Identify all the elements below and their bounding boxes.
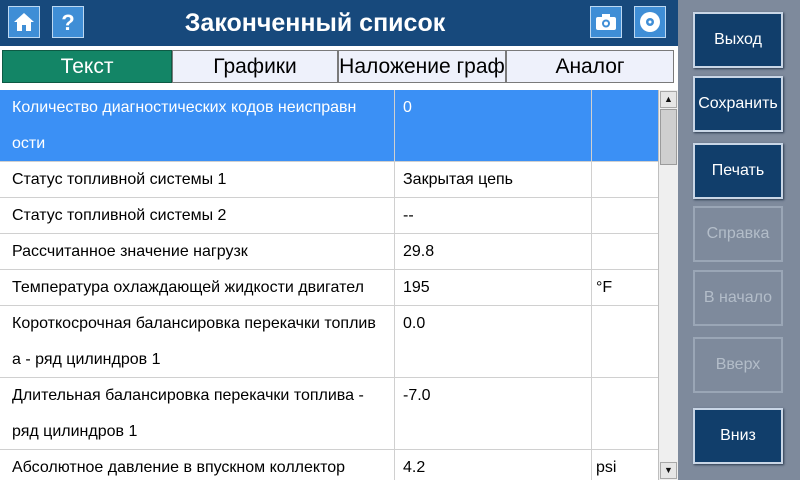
help-button-side[interactable]: Справка — [693, 206, 783, 262]
data-table: Количество диагностических кодов неиспра… — [0, 90, 658, 480]
table-row[interactable]: Длительная балансировка перекачки топлив… — [0, 378, 658, 450]
table-row[interactable]: Температура охлаждающей жидкости двигате… — [0, 270, 658, 306]
home-icon — [14, 13, 34, 31]
table-row[interactable]: Абсолютное давление в впускном коллектор… — [0, 450, 658, 480]
to-start-button[interactable]: В начало — [693, 270, 783, 326]
print-button[interactable]: Печать — [693, 143, 783, 199]
disc-icon — [640, 12, 660, 32]
param-value: 4.2 — [394, 450, 591, 480]
tab-graphs[interactable]: Графики — [172, 50, 338, 83]
table-row[interactable]: Количество диагностических кодов неиспра… — [0, 90, 658, 162]
table-row[interactable]: Короткосрочная балансировка перекачки то… — [0, 306, 658, 378]
exit-button[interactable]: Выход — [693, 12, 783, 68]
param-value: 195 — [394, 270, 591, 305]
save-button[interactable]: Сохранить — [693, 76, 783, 132]
tab-text[interactable]: Текст — [2, 50, 172, 83]
param-value: 0 — [394, 90, 591, 161]
home-button[interactable] — [8, 6, 40, 38]
disc-button[interactable] — [634, 6, 666, 38]
table-row[interactable]: Рассчитанное значение нагрузк 29.8 — [0, 234, 658, 270]
param-name: Рассчитанное значение нагрузк — [12, 243, 248, 260]
help-icon: ? — [61, 10, 74, 34]
vertical-scrollbar[interactable]: ▲ ▼ — [658, 90, 678, 480]
param-name: Длительная балансировка перекачки топлив… — [12, 387, 364, 440]
page-up-button[interactable]: Вверх — [693, 337, 783, 393]
param-value: Закрытая цепь — [394, 162, 591, 197]
tab-bar: Текст Графики Наложение граф Аналог — [0, 46, 678, 88]
param-unit — [591, 90, 658, 161]
param-name: Количество диагностических кодов неиспра… — [12, 99, 357, 152]
svg-text:?: ? — [61, 10, 74, 34]
param-name: Статус топливной системы 2 — [12, 207, 227, 224]
page-down-button[interactable]: Вниз — [693, 408, 783, 464]
scroll-up-arrow-icon[interactable]: ▲ — [660, 91, 677, 108]
param-unit: °F — [591, 270, 658, 305]
param-unit — [591, 198, 658, 233]
param-unit: psi — [591, 450, 658, 480]
camera-icon — [596, 14, 616, 30]
tab-analog[interactable]: Аналог — [506, 50, 674, 83]
help-button[interactable]: ? — [52, 6, 84, 38]
page-title: Законченный список — [184, 9, 446, 37]
param-unit — [591, 306, 658, 377]
param-name: Температура охлаждающей жидкости двигате… — [12, 279, 364, 296]
screenshot-button[interactable] — [590, 6, 622, 38]
param-name: Короткосрочная балансировка перекачки то… — [12, 315, 376, 368]
param-unit — [591, 378, 658, 449]
scroll-down-arrow-icon[interactable]: ▼ — [660, 462, 677, 479]
scroll-thumb[interactable] — [660, 109, 677, 165]
param-value: 0.0 — [394, 306, 591, 377]
param-value: 29.8 — [394, 234, 591, 269]
param-name: Статус топливной системы 1 — [12, 171, 227, 188]
table-row[interactable]: Статус топливной системы 1 Закрытая цепь — [0, 162, 658, 198]
table-row[interactable]: Статус топливной системы 2 -- — [0, 198, 658, 234]
param-value: -7.0 — [394, 378, 591, 449]
param-unit — [591, 162, 658, 197]
header-bar: ? Законченный список — [0, 0, 678, 46]
param-value: -- — [394, 198, 591, 233]
param-unit — [591, 234, 658, 269]
side-panel: Выход Сохранить Печать Справка В начало … — [678, 0, 800, 480]
param-name: Абсолютное давление в впускном коллектор — [12, 459, 346, 476]
tab-overlay-graphs[interactable]: Наложение граф — [338, 50, 506, 83]
